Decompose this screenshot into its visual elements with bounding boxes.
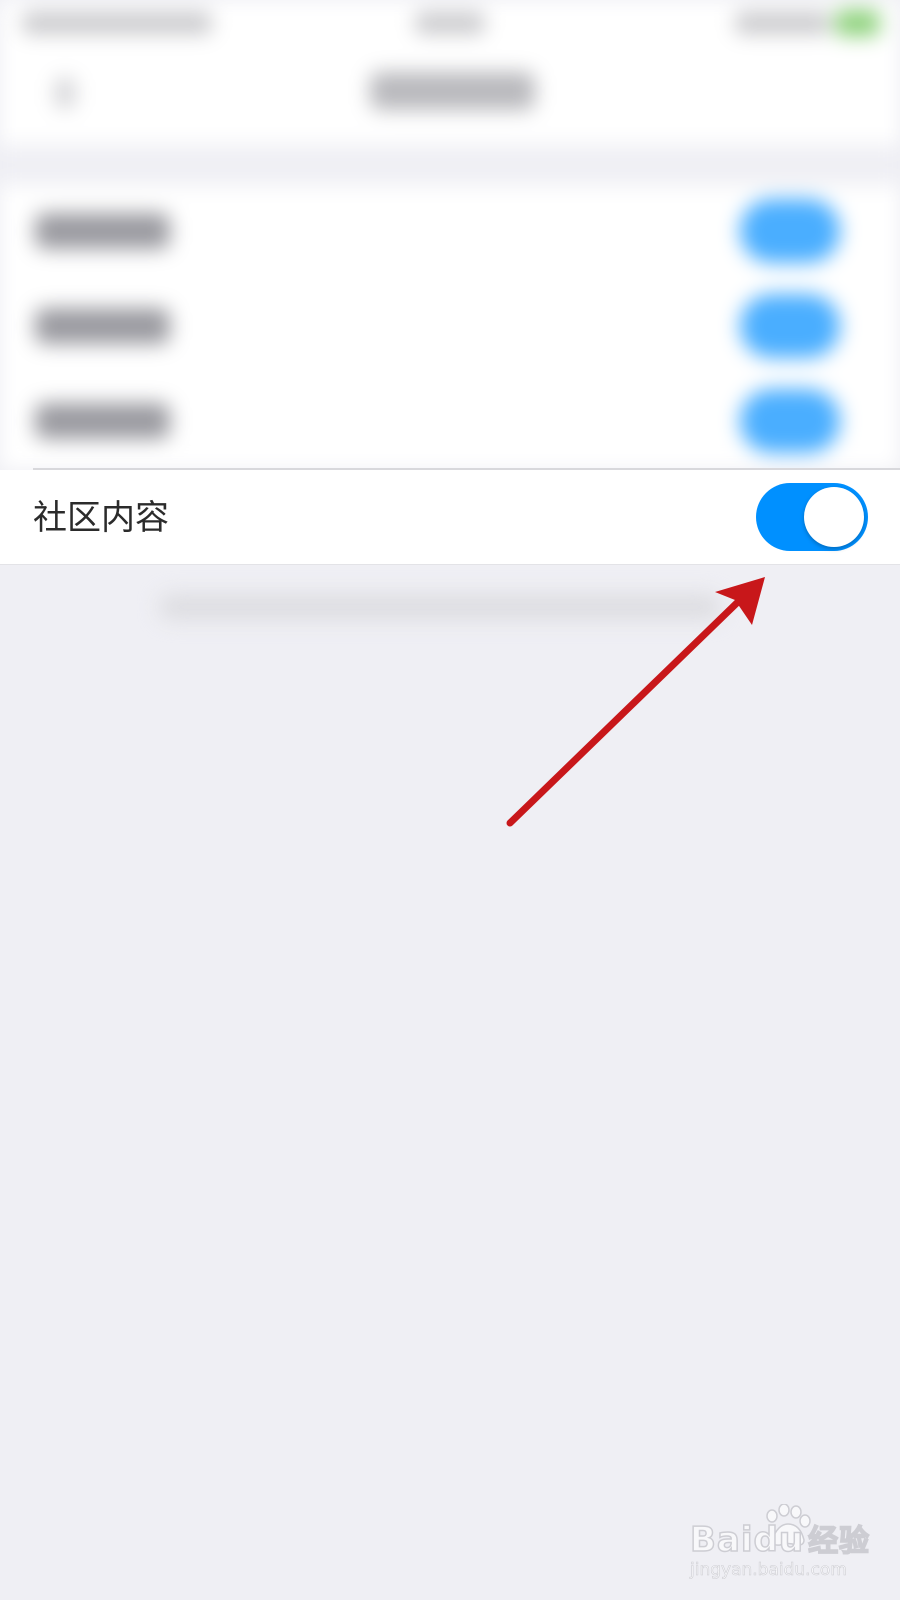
setting-row-community-content[interactable]: 社区内容	[0, 470, 900, 565]
nav-title	[370, 72, 535, 110]
community-content-toggle[interactable]	[756, 483, 868, 551]
watermark-logo-text: Bai	[689, 1519, 754, 1561]
setting-label: 社区内容	[33, 498, 169, 538]
battery-icon	[835, 10, 880, 36]
section-gap	[0, 145, 900, 185]
blurred-setting-label	[35, 308, 170, 344]
blurred-setting-label	[35, 213, 170, 249]
baidu-jingyan-watermark: Baidu 经验 jingyan.baidu.com	[689, 1500, 890, 1590]
blurred-setting-label	[35, 403, 170, 439]
watermark-logo: Baidu 经验	[689, 1516, 871, 1561]
blurred-setting-row[interactable]	[0, 280, 900, 375]
status-indicators	[735, 12, 830, 34]
blurred-toggle[interactable]	[740, 294, 840, 358]
nav-bar	[0, 50, 900, 145]
blurred-toggle[interactable]	[740, 389, 840, 453]
status-time	[415, 12, 485, 34]
toggle-knob	[804, 487, 864, 547]
watermark-logo-cn: 经验	[807, 1523, 871, 1560]
status-carrier	[22, 12, 212, 34]
blurred-setting-row[interactable]	[0, 375, 900, 470]
blurred-footnote	[160, 595, 720, 619]
blurred-setting-row[interactable]	[0, 185, 900, 280]
status-bar	[0, 0, 900, 50]
blurred-toggle[interactable]	[740, 199, 840, 263]
back-icon[interactable]	[55, 78, 75, 108]
watermark-url: jingyan.baidu.com	[690, 1560, 847, 1581]
watermark-logo-text-2: du	[753, 1519, 805, 1561]
